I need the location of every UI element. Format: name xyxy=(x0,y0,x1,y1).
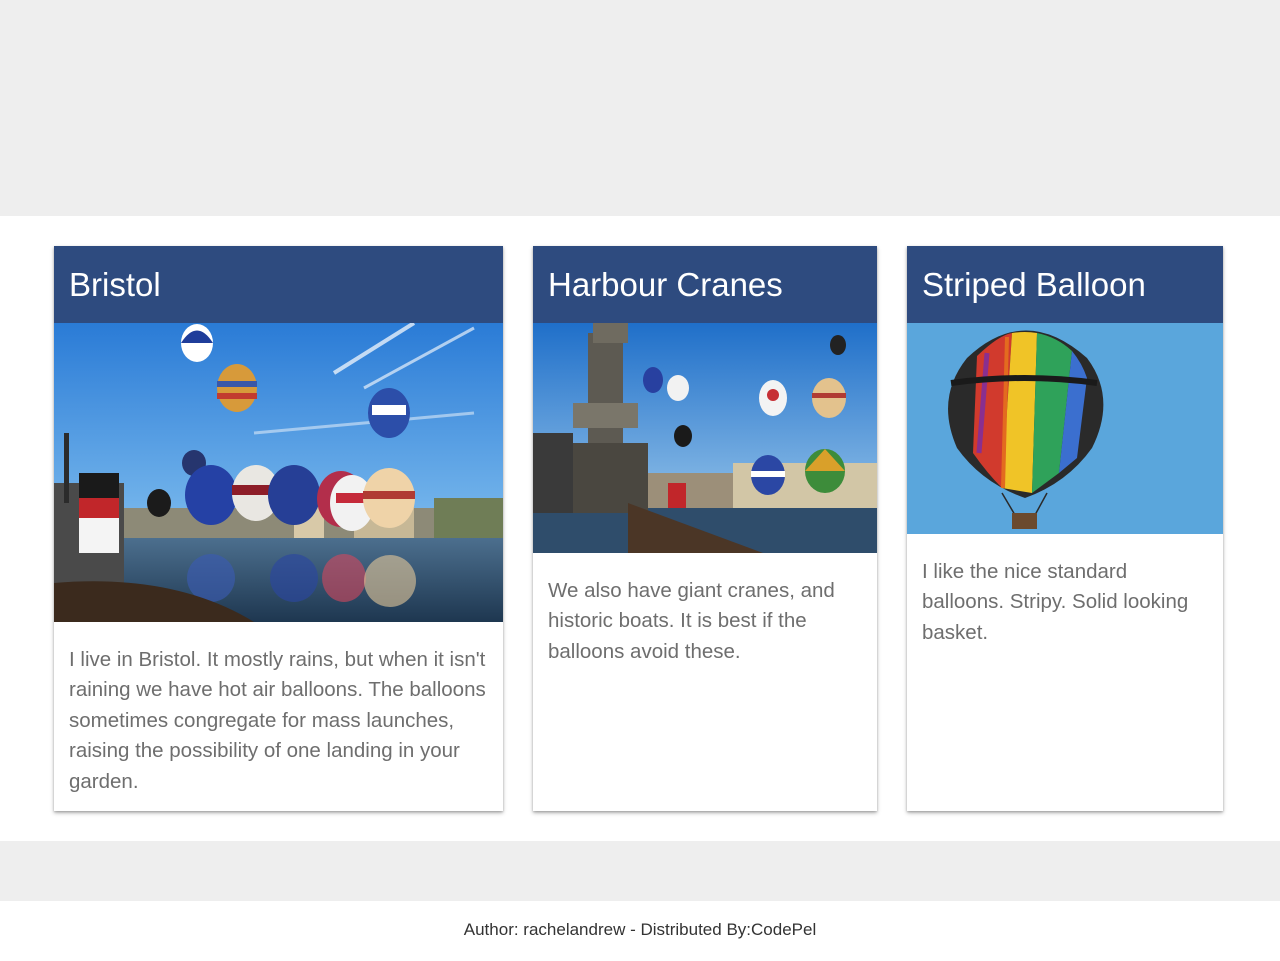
card-harbour-cranes: Harbour Cranes We also have giant cranes xyxy=(533,246,877,811)
bristol-harbour-balloons-image xyxy=(54,323,503,622)
footer-credit: Author: rachelandrew - Distributed By:Co… xyxy=(463,920,817,939)
card-bristol: Bristol I live in Bristol. It mostly rai… xyxy=(54,246,503,811)
bottom-band xyxy=(0,841,1280,901)
card-title: Bristol xyxy=(54,246,503,323)
card-description: I like the nice standard balloons. Strip… xyxy=(922,560,1189,644)
card-description: I live in Bristol. It mostly rains, but … xyxy=(69,648,486,793)
striped-balloon-image xyxy=(907,323,1223,534)
card-title: Harbour Cranes xyxy=(533,246,877,323)
card-title: Striped Balloon xyxy=(907,246,1223,323)
card-description: We also have giant cranes, and historic … xyxy=(548,579,835,663)
top-band xyxy=(0,0,1280,216)
card-striped-balloon: Striped Balloon I like the nice standard… xyxy=(907,246,1223,811)
harbour-cranes-balloons-image xyxy=(533,323,877,553)
footer: Author: rachelandrew - Distributed By:Co… xyxy=(0,901,1280,961)
